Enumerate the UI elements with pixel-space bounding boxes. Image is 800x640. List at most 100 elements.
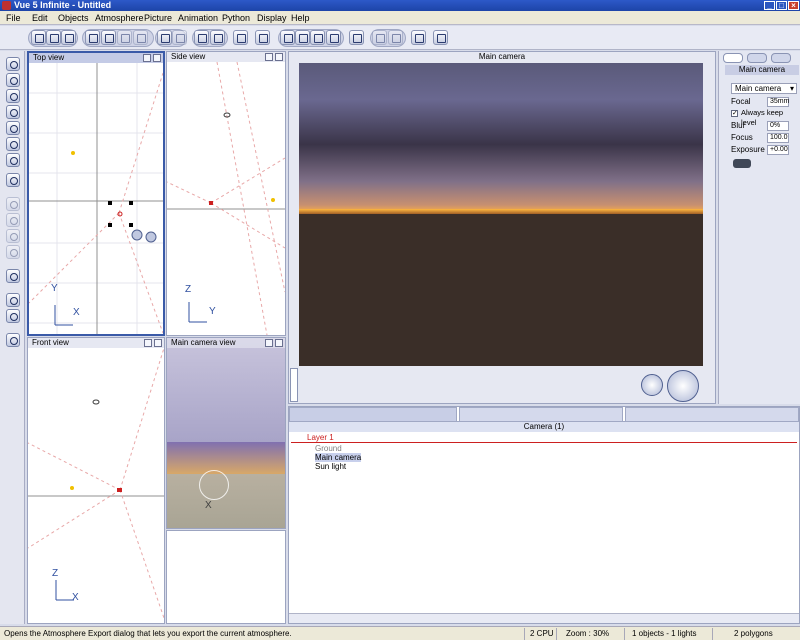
side-axis-h: Y xyxy=(209,306,216,317)
side-view-pane[interactable]: Side view Z Y xyxy=(166,51,286,336)
preview-blank xyxy=(166,530,286,624)
menu-atmosphere[interactable]: Atmosphere xyxy=(95,12,144,24)
text-icon[interactable] xyxy=(6,89,20,103)
zoom-region-icon[interactable] xyxy=(295,30,310,45)
chevron-down-icon: ▾ xyxy=(789,84,794,93)
view-options-icon[interactable] xyxy=(265,339,273,347)
camera-icon[interactable] xyxy=(255,30,270,45)
maximize-view-icon[interactable] xyxy=(275,339,283,347)
front-axis-v: Z xyxy=(52,568,59,579)
sphere-icon[interactable] xyxy=(6,73,20,87)
camera-tool-icon[interactable] xyxy=(6,333,20,347)
unlink-icon[interactable] xyxy=(210,30,225,45)
layer-row[interactable]: Layer 1 xyxy=(291,433,797,443)
water-icon[interactable] xyxy=(6,153,20,167)
rock-icon[interactable] xyxy=(6,137,20,151)
single-view-icon[interactable] xyxy=(349,30,364,45)
hypertexture-icon[interactable] xyxy=(6,245,20,259)
zoom-out-icon[interactable] xyxy=(326,30,341,45)
copy-icon[interactable] xyxy=(101,30,116,45)
preview-sun xyxy=(199,470,229,500)
focal-label: Focal xyxy=(731,97,751,106)
tree-sun-light[interactable]: Sun light xyxy=(315,462,346,471)
top-view-pane[interactable]: Top view Y X xyxy=(27,51,165,336)
plant-icon[interactable] xyxy=(6,121,20,135)
view-options-icon[interactable] xyxy=(143,54,151,62)
view-options-icon[interactable] xyxy=(265,53,273,61)
main-camera-pane[interactable]: Main camera xyxy=(288,51,716,404)
camera-properties-panel: Main camera Main camera ▾ Focal 35mm ✓ Al… xyxy=(718,51,800,404)
maximize-view-icon[interactable] xyxy=(275,53,283,61)
settings-icon[interactable] xyxy=(433,30,448,45)
tab-2-icon[interactable] xyxy=(747,53,767,63)
blur-input[interactable]: 0% xyxy=(767,121,789,131)
front-view-pane[interactable]: Front view Z X xyxy=(27,337,165,624)
menu-file[interactable]: File xyxy=(6,12,21,24)
library-icon[interactable] xyxy=(6,269,20,283)
always-keep-level-checkbox[interactable]: ✓ xyxy=(731,110,738,117)
export-icon[interactable] xyxy=(411,30,426,45)
tree-ground[interactable]: Ground xyxy=(315,444,342,453)
paste-icon[interactable] xyxy=(117,30,132,45)
world-browser: Camera (1) Layer 1 Ground Main camera Su… xyxy=(288,406,800,624)
maximize-button[interactable]: □ xyxy=(776,1,787,10)
camera-pan-icon[interactable] xyxy=(641,374,663,396)
main-camera-title: Main camera xyxy=(478,52,526,61)
render-icon[interactable] xyxy=(233,30,248,45)
link-icon[interactable] xyxy=(194,30,209,45)
rotate-icon[interactable] xyxy=(6,309,20,323)
torus-icon[interactable] xyxy=(6,105,20,119)
view-options-icon[interactable] xyxy=(144,339,152,347)
render-canvas[interactable] xyxy=(299,63,703,366)
new-icon[interactable] xyxy=(31,30,46,45)
zoom-slider[interactable] xyxy=(290,368,298,402)
render-ground xyxy=(299,214,703,366)
redo-icon[interactable] xyxy=(172,30,187,45)
terrain-icon[interactable] xyxy=(6,57,20,71)
group-icon[interactable] xyxy=(6,197,20,211)
metablob-icon[interactable] xyxy=(6,229,20,243)
menu-animation[interactable]: Animation xyxy=(178,12,218,24)
status-zoom: Zoom : 30% xyxy=(566,629,610,638)
top-view-grid xyxy=(29,63,163,334)
cut-icon[interactable] xyxy=(85,30,100,45)
menu-picture[interactable]: Picture xyxy=(144,12,172,24)
open-icon[interactable] xyxy=(46,30,61,45)
tab-links[interactable] xyxy=(625,407,799,421)
menu-help[interactable]: Help xyxy=(291,12,310,24)
focus-input[interactable]: 100.0 xyxy=(767,133,789,143)
maximize-view-icon[interactable] xyxy=(154,339,162,347)
menu-python[interactable]: Python xyxy=(222,12,250,24)
tab-objects[interactable] xyxy=(289,407,457,421)
save-icon[interactable] xyxy=(61,30,76,45)
duplicate-icon[interactable] xyxy=(133,30,148,45)
tree-main-camera[interactable]: Main camera xyxy=(315,453,362,462)
preview-axis: X xyxy=(205,500,212,511)
boolean-icon[interactable] xyxy=(6,213,20,227)
camera-move-icon[interactable] xyxy=(667,370,699,402)
tab-3-icon[interactable] xyxy=(771,53,791,63)
render-sky xyxy=(299,63,703,211)
tab-materials[interactable] xyxy=(459,407,623,421)
minimize-button[interactable]: _ xyxy=(764,1,775,10)
app-icon xyxy=(2,1,11,10)
camera-preview-pane[interactable]: Main camera view X xyxy=(166,337,286,529)
layout-a-icon[interactable] xyxy=(372,30,387,45)
zoom-in-icon[interactable] xyxy=(310,30,325,45)
menu-display[interactable]: Display xyxy=(257,12,287,24)
exposure-input[interactable]: +0.00 xyxy=(767,145,789,155)
layout-b-icon[interactable] xyxy=(388,30,403,45)
maximize-view-icon[interactable] xyxy=(153,54,161,62)
tab-camera-icon[interactable] xyxy=(723,53,743,63)
menu-objects[interactable]: Objects xyxy=(58,12,89,24)
camera-selector[interactable]: Main camera ▾ xyxy=(731,83,797,94)
zoom-fit-icon[interactable] xyxy=(280,30,295,45)
menu-edit[interactable]: Edit xyxy=(32,12,48,24)
drop-icon[interactable] xyxy=(6,293,20,307)
camera-color-swatch[interactable] xyxy=(733,159,751,168)
close-button[interactable]: × xyxy=(788,1,799,10)
undo-icon[interactable] xyxy=(157,30,172,45)
light-icon[interactable] xyxy=(6,173,20,187)
focal-input[interactable]: 35mm xyxy=(767,97,789,107)
status-polygons: 2 polygons xyxy=(734,629,773,638)
